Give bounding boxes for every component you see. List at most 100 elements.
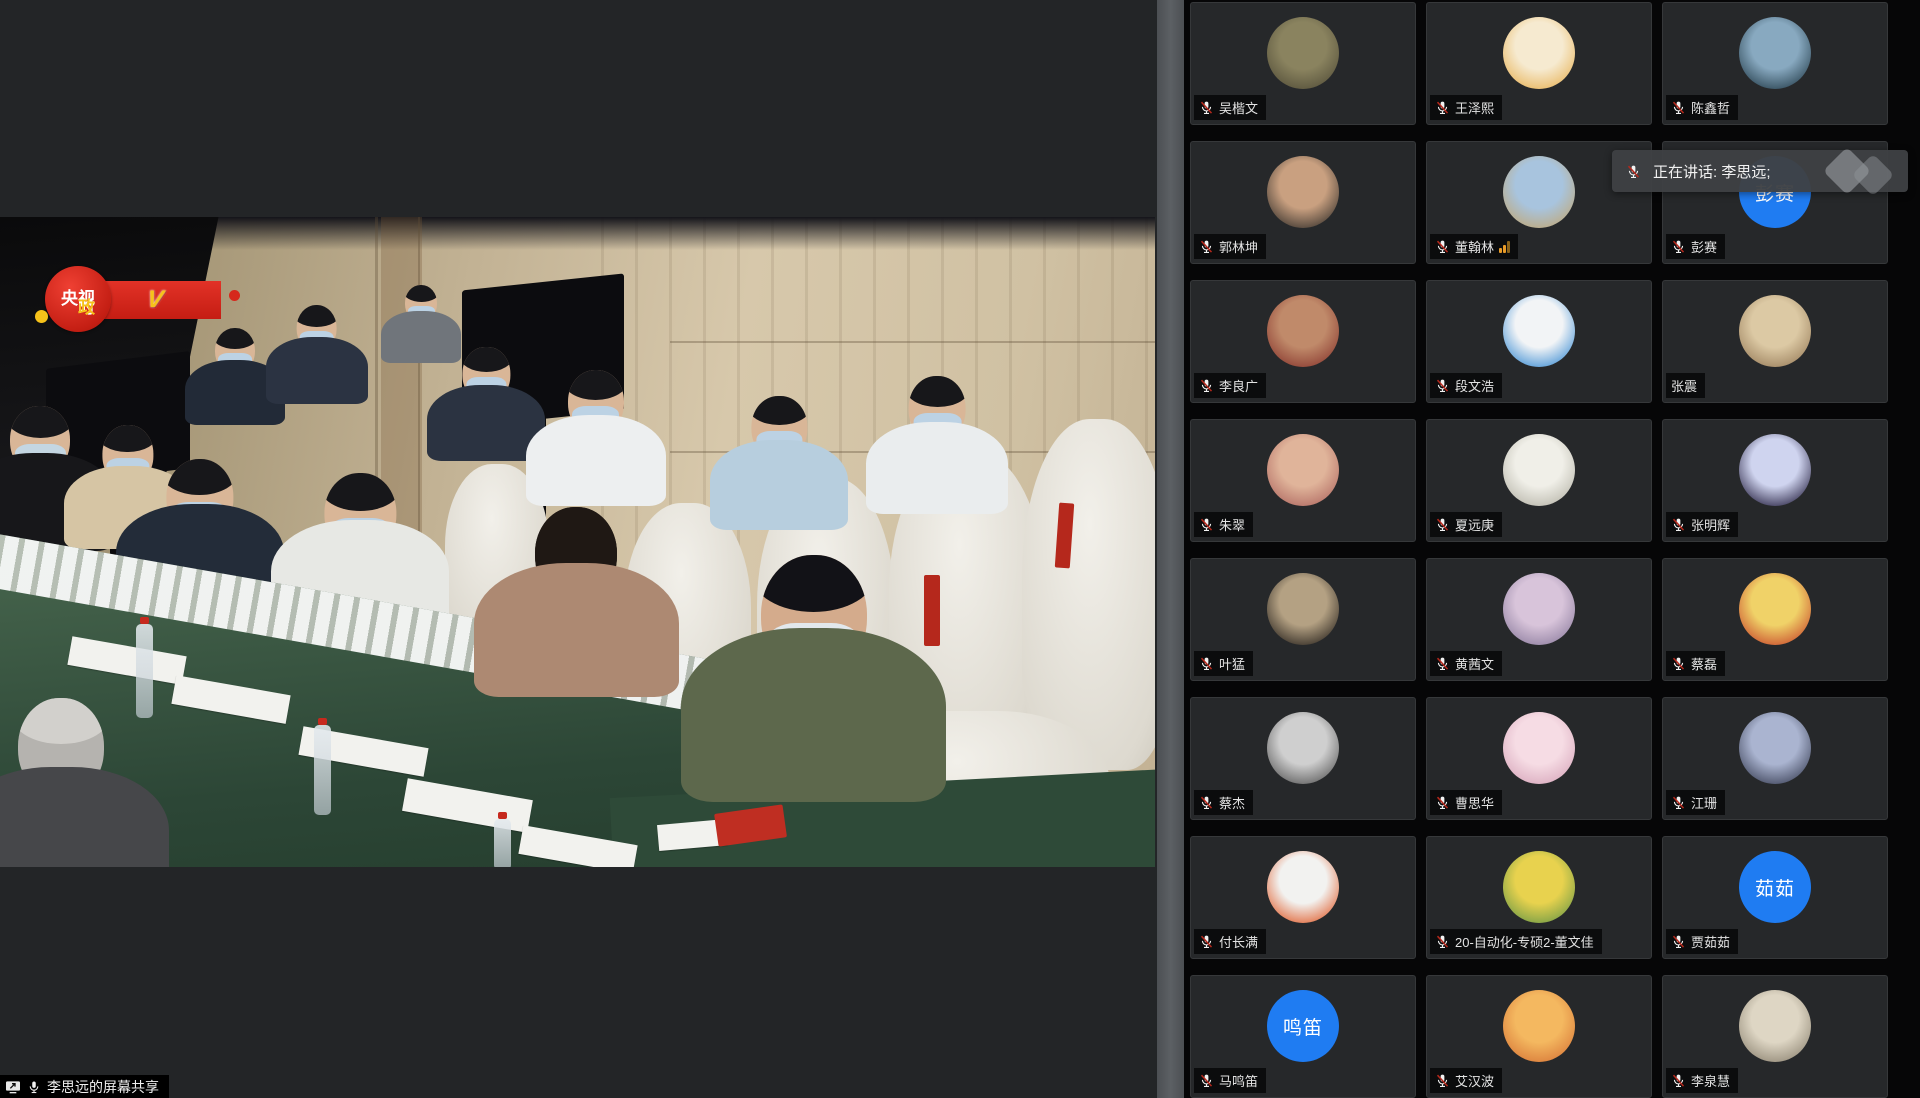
- avatar: 鸣笛: [1267, 990, 1339, 1062]
- avatar: [1503, 156, 1575, 228]
- participant-nameplate: 吴楷文: [1194, 95, 1266, 120]
- avatar: 茹茹: [1739, 851, 1811, 923]
- participant-nameplate: 段文浩: [1430, 373, 1502, 398]
- avatar: [1267, 156, 1339, 228]
- mic-muted-icon: [1435, 1073, 1450, 1088]
- shared-screen-video: V 央视 时政: [0, 217, 1155, 867]
- avatar: [1267, 17, 1339, 89]
- participant-nameplate: 李良广: [1194, 373, 1266, 398]
- avatar: [1267, 295, 1339, 367]
- avatar: [1739, 573, 1811, 645]
- participant-name: 艾汉波: [1455, 1071, 1494, 1090]
- participant-name: 段文浩: [1455, 376, 1494, 395]
- participant-name: 陈鑫哲: [1691, 98, 1730, 117]
- participant-name: 张震: [1671, 376, 1697, 395]
- participant-nameplate: 王泽熙: [1430, 95, 1502, 120]
- participant-name: 蔡杰: [1219, 793, 1245, 812]
- mic-muted-icon: [1199, 378, 1214, 393]
- participant-nameplate: 陈鑫哲: [1666, 95, 1738, 120]
- mic-muted-icon: [1435, 934, 1450, 949]
- participant-nameplate: 江珊: [1666, 790, 1725, 815]
- participant-nameplate: 张明辉: [1666, 512, 1738, 537]
- participant-tile[interactable]: 茹茹 贾茹茹: [1662, 836, 1888, 959]
- participant-nameplate: 20-自动化-专硕2-董文佳: [1430, 929, 1602, 954]
- mic-on-icon: [27, 1080, 41, 1094]
- participant-tile[interactable]: 曹思华: [1426, 697, 1652, 820]
- participant-name: 20-自动化-专硕2-董文佳: [1455, 932, 1594, 951]
- participant-tile[interactable]: 朱翠: [1190, 419, 1416, 542]
- mic-muted-icon: [1671, 100, 1686, 115]
- participant-tile[interactable]: 张明辉: [1662, 419, 1888, 542]
- screen-share-label: 李思远的屏幕共享: [0, 1075, 169, 1098]
- participant-name: 郭林坤: [1219, 237, 1258, 256]
- participant-name: 黄茜文: [1455, 654, 1494, 673]
- participant-tile[interactable]: 吴楷文: [1190, 2, 1416, 125]
- mic-muted-icon: [1435, 100, 1450, 115]
- water-bottle: [494, 812, 511, 867]
- speaking-toast-text: 正在讲话: 李思远;: [1653, 161, 1771, 182]
- participant-name: 江珊: [1691, 793, 1717, 812]
- participant-tile[interactable]: 叶猛: [1190, 558, 1416, 681]
- yellow-dot: [35, 310, 48, 323]
- participant-tile[interactable]: 段文浩: [1426, 280, 1652, 403]
- participant-tile[interactable]: 20-自动化-专硕2-董文佳: [1426, 836, 1652, 959]
- shared-screen-area: V 央视 时政 李思远的屏幕共享: [0, 0, 1157, 1098]
- mic-muted-icon: [1199, 795, 1214, 810]
- audience-person: [474, 497, 679, 697]
- screen-share-text: 李思远的屏幕共享: [47, 1077, 159, 1097]
- participant-nameplate: 艾汉波: [1430, 1068, 1502, 1093]
- participant-tile[interactable]: 鸣笛 马鸣笛: [1190, 975, 1416, 1098]
- participant-nameplate: 郭林坤: [1194, 234, 1266, 259]
- participant-name: 李良广: [1219, 376, 1258, 395]
- water-bottle: [314, 718, 331, 816]
- mic-muted-icon: [1671, 517, 1686, 532]
- avatar: [1739, 990, 1811, 1062]
- participant-nameplate: 蔡磊: [1666, 651, 1725, 676]
- screen-share-icon: [5, 1080, 21, 1094]
- participant-tile[interactable]: 蔡磊: [1662, 558, 1888, 681]
- participant-tile[interactable]: 蔡杰: [1190, 697, 1416, 820]
- signal-bars-icon: [1499, 241, 1510, 253]
- mic-muted-icon: [1435, 517, 1450, 532]
- meeting-window: V 央视 时政 李思远的屏幕共享: [0, 0, 1920, 1098]
- panel-divider[interactable]: [1157, 0, 1184, 1098]
- participant-name: 张明辉: [1691, 515, 1730, 534]
- mic-muted-icon: [1435, 378, 1450, 393]
- mic-muted-icon: [1199, 656, 1214, 671]
- participant-tile[interactable]: 夏远庚: [1426, 419, 1652, 542]
- participant-tile[interactable]: 江珊: [1662, 697, 1888, 820]
- participant-tile[interactable]: 张震: [1662, 280, 1888, 403]
- audience-person: [681, 542, 946, 802]
- participant-tile[interactable]: 李泉慧: [1662, 975, 1888, 1098]
- audience-person: [866, 376, 1008, 514]
- participant-nameplate: 蔡杰: [1194, 790, 1253, 815]
- participant-tile[interactable]: 郭林坤: [1190, 141, 1416, 264]
- participant-tile[interactable]: 王泽熙: [1426, 2, 1652, 125]
- participant-nameplate: 曹思华: [1430, 790, 1502, 815]
- participant-name: 董翰林: [1455, 237, 1494, 256]
- participant-tile[interactable]: 陈鑫哲: [1662, 2, 1888, 125]
- participant-nameplate: 李泉慧: [1666, 1068, 1738, 1093]
- avatar: [1267, 712, 1339, 784]
- participant-nameplate: 董翰林: [1430, 234, 1518, 259]
- participant-name: 付长满: [1219, 932, 1258, 951]
- mic-muted-icon: [1626, 164, 1641, 179]
- mic-muted-icon: [1199, 934, 1214, 949]
- mic-muted-icon: [1199, 239, 1214, 254]
- participant-nameplate: 马鸣笛: [1194, 1068, 1266, 1093]
- participant-tile[interactable]: 李良广: [1190, 280, 1416, 403]
- mic-muted-icon: [1671, 656, 1686, 671]
- participant-name: 叶猛: [1219, 654, 1245, 673]
- participant-tile[interactable]: 艾汉波: [1426, 975, 1652, 1098]
- avatar: [1503, 851, 1575, 923]
- participant-name: 贾茹茹: [1691, 932, 1730, 951]
- participant-tile[interactable]: 付长满: [1190, 836, 1416, 959]
- participant-nameplate: 贾茹茹: [1666, 929, 1738, 954]
- avatar: [1739, 17, 1811, 89]
- avatar: [1503, 17, 1575, 89]
- participant-nameplate: 叶猛: [1194, 651, 1253, 676]
- audience-person: [710, 396, 848, 530]
- participant-name: 王泽熙: [1455, 98, 1494, 117]
- avatar: [1503, 573, 1575, 645]
- participant-tile[interactable]: 黄茜文: [1426, 558, 1652, 681]
